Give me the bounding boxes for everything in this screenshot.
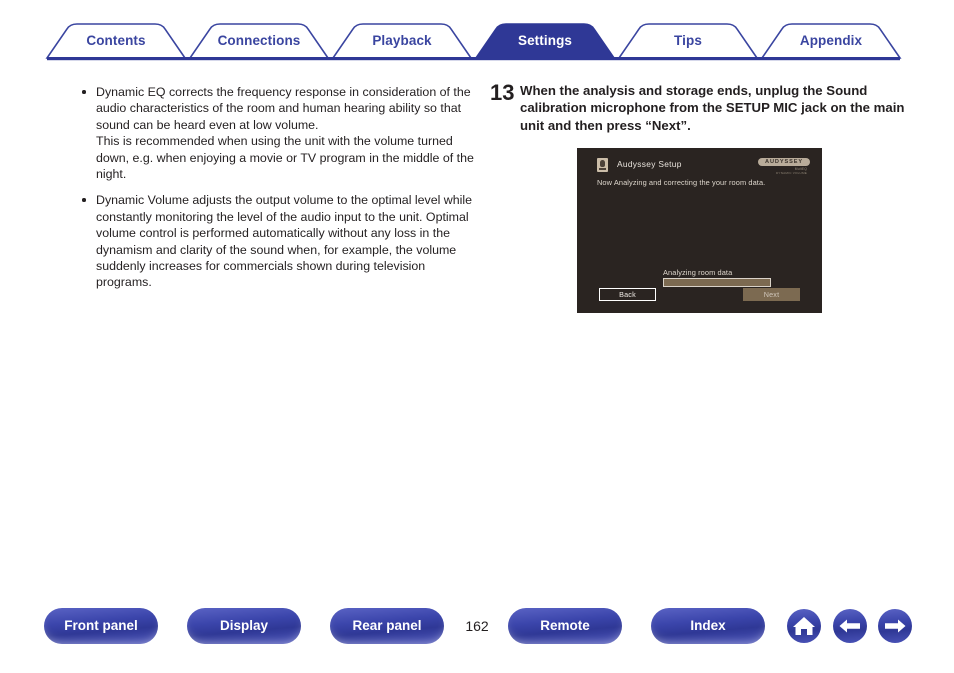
- bullet-text: Dynamic EQ corrects the frequency respon…: [96, 85, 474, 182]
- tab-contents[interactable]: Contents: [47, 33, 185, 48]
- audyssey-logo-text: AUDYSSEY: [758, 158, 810, 166]
- front-panel-button[interactable]: Front panel: [44, 608, 158, 644]
- right-step-column: 13 When the analysis and storage ends, u…: [490, 82, 920, 134]
- remote-button[interactable]: Remote: [508, 608, 622, 644]
- microphone-icon: [597, 158, 608, 172]
- left-text-column: Dynamic EQ corrects the frequency respon…: [78, 84, 478, 301]
- microphone-icon-base: [599, 167, 606, 170]
- display-button[interactable]: Display: [187, 608, 301, 644]
- bullet-text: Dynamic Volume adjusts the output volume…: [96, 193, 473, 290]
- step-row: 13 When the analysis and storage ends, u…: [490, 82, 920, 134]
- audyssey-logo-sub-2: DYNAMIC VOLUME: [776, 170, 807, 175]
- page-number: 162: [465, 618, 489, 634]
- bullet-dot: [82, 198, 86, 202]
- tab-appendix[interactable]: Appendix: [762, 33, 900, 48]
- audyssey-setup-screenshot: Audyssey Setup AUDYSSEY MultEQ DYNAMIC V…: [577, 148, 822, 313]
- progress-bar-fill: [664, 279, 770, 286]
- osd-title: Audyssey Setup: [617, 159, 682, 169]
- home-icon[interactable]: [787, 609, 821, 643]
- osd-status-message: Now Analyzing and correcting the your ro…: [597, 178, 766, 187]
- tab-tips[interactable]: Tips: [619, 33, 757, 48]
- arrow-right-icon[interactable]: [878, 609, 912, 643]
- index-button[interactable]: Index: [651, 608, 765, 644]
- tab-connections[interactable]: Connections: [190, 33, 328, 48]
- rear-panel-button[interactable]: Rear panel: [330, 608, 444, 644]
- list-item: Dynamic EQ corrects the frequency respon…: [78, 84, 478, 182]
- osd-header: Audyssey Setup AUDYSSEY MultEQ DYNAMIC V…: [597, 158, 810, 178]
- audyssey-logo: AUDYSSEY MultEQ DYNAMIC VOLUME: [758, 158, 810, 175]
- step-instruction: When the analysis and storage ends, unpl…: [520, 83, 905, 133]
- step-number: 13: [490, 80, 515, 105]
- tab-settings[interactable]: Settings: [476, 33, 614, 48]
- bullet-dot: [82, 90, 86, 94]
- osd-back-button[interactable]: Back: [599, 288, 656, 301]
- microphone-icon-body: [600, 160, 605, 167]
- arrow-left-icon[interactable]: [833, 609, 867, 643]
- tab-playback[interactable]: Playback: [333, 33, 471, 48]
- progress-bar: [663, 278, 771, 287]
- osd-next-button[interactable]: Next: [743, 288, 800, 301]
- progress-label: Analyzing room data: [663, 268, 733, 277]
- list-item: Dynamic Volume adjusts the output volume…: [78, 192, 478, 290]
- tab-bar: Contents Connections Playback Settings T…: [0, 0, 954, 66]
- footer-navigation: Front panel Display Rear panel 162 Remot…: [0, 608, 954, 673]
- tab-baseline: [47, 57, 900, 61]
